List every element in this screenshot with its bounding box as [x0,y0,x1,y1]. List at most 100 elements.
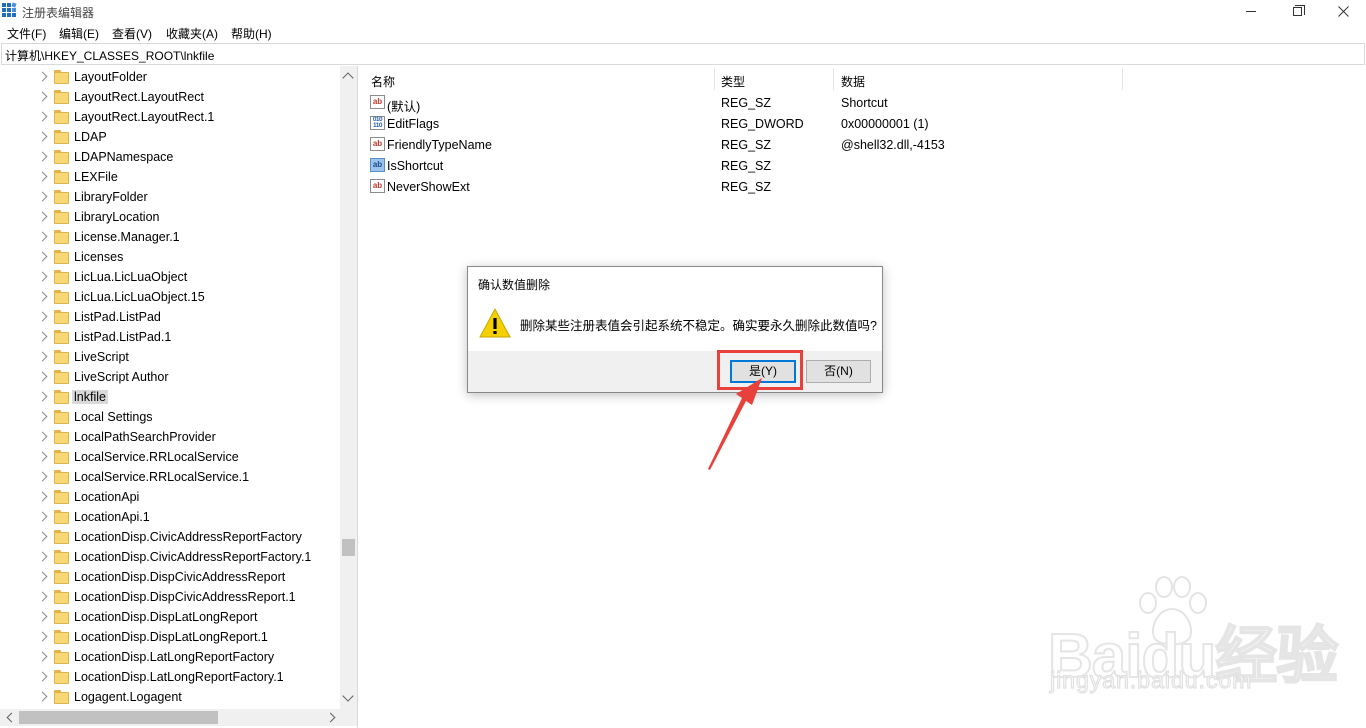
tree-item[interactable]: LocationDisp.CivicAddressReportFactory [0,527,340,547]
tree-item[interactable]: LocationApi.1 [0,507,340,527]
tree-item[interactable]: LocationApi [0,487,340,507]
tree-item[interactable]: LibraryFolder [0,187,340,207]
expand-chevron-icon[interactable] [37,311,48,322]
tree-item[interactable]: LocationDisp.DispLatLongReport [0,607,340,627]
expand-chevron-icon[interactable] [37,631,48,642]
expand-chevron-icon[interactable] [37,531,48,542]
column-header-data[interactable]: 数据 [841,68,865,90]
expand-chevron-icon[interactable] [37,131,48,142]
expand-chevron-icon[interactable] [37,571,48,582]
expand-chevron-icon[interactable] [37,651,48,662]
expand-chevron-icon[interactable] [37,91,48,102]
expand-chevron-icon[interactable] [37,691,48,702]
expand-chevron-icon[interactable] [37,171,48,182]
scroll-thumb[interactable] [342,539,355,556]
expand-chevron-icon[interactable] [37,331,48,342]
scroll-down-arrow-icon[interactable] [342,690,354,702]
expand-chevron-icon[interactable] [37,231,48,242]
expand-chevron-icon[interactable] [37,251,48,262]
expand-chevron-icon[interactable] [37,71,48,82]
tree-item[interactable]: LDAPNamespace [0,147,340,167]
expand-chevron-icon[interactable] [37,551,48,562]
scroll-right-arrow-icon[interactable] [325,712,336,723]
value-row[interactable]: ab NeverShowExt REG_SZ [363,176,1366,197]
tree-item[interactable]: LocalService.RRLocalService.1 [0,467,340,487]
tree-horizontal-scrollbar[interactable] [0,709,357,726]
expand-chevron-icon[interactable] [37,491,48,502]
tree-item[interactable]: LocationDisp.LatLongReportFactory [0,647,340,667]
menu-edit[interactable]: 编辑(E) [59,25,99,42]
close-icon [1337,5,1349,17]
expand-chevron-icon[interactable] [37,391,48,402]
expand-chevron-icon[interactable] [37,611,48,622]
tree-item[interactable]: License.Manager.1 [0,227,340,247]
expand-chevron-icon[interactable] [37,511,48,522]
tree-item[interactable]: LibraryLocation [0,207,340,227]
expand-chevron-icon[interactable] [37,211,48,222]
tree-item[interactable]: ListPad.ListPad.1 [0,327,340,347]
tree-item[interactable]: LayoutRect.LayoutRect.1 [0,107,340,127]
column-header-name[interactable]: 名称 [371,68,395,90]
column-divider[interactable] [833,68,834,90]
expand-chevron-icon[interactable] [37,371,48,382]
folder-icon [54,570,69,584]
confirm-delete-dialog: 确认数值删除 删除某些注册表值会引起系统不稳定。确实要永久删除此数值吗? 是(Y… [467,266,883,393]
value-row[interactable]: ab IsShortcut REG_SZ [363,155,1366,176]
tree-item[interactable]: ListPad.ListPad [0,307,340,327]
tree-item[interactable]: LDAP [0,127,340,147]
scroll-up-arrow-icon[interactable] [342,72,354,84]
expand-chevron-icon[interactable] [37,471,48,482]
tree-item[interactable]: LiveScript [0,347,340,367]
restore-button[interactable] [1274,0,1320,22]
value-row[interactable]: ab (默认) REG_SZ Shortcut [363,92,1366,114]
column-divider[interactable] [1122,68,1123,90]
expand-chevron-icon[interactable] [37,291,48,302]
scroll-thumb-horizontal[interactable] [19,711,218,724]
tree-item[interactable]: LocationDisp.LatLongReportFactory.1 [0,667,340,687]
expand-chevron-icon[interactable] [37,151,48,162]
expand-chevron-icon[interactable] [37,191,48,202]
tree-item[interactable]: Logagent.Logagent [0,687,340,707]
expand-chevron-icon[interactable] [37,411,48,422]
column-header-type[interactable]: 类型 [721,68,745,90]
tree-item[interactable]: LocationDisp.CivicAddressReportFactory.1 [0,547,340,567]
tree-item[interactable]: Local Settings [0,407,340,427]
annotation-arrow-icon [708,378,762,470]
no-button[interactable]: 否(N) [806,360,871,383]
tree-item[interactable]: LocationDisp.DispLatLongReport.1 [0,627,340,647]
tree-item[interactable]: LayoutFolder [0,67,340,87]
tree-item[interactable]: LEXFile [0,167,340,187]
menu-file[interactable]: 文件(F) [7,25,46,42]
tree-item[interactable]: LayoutRect.LayoutRect [0,87,340,107]
tree-item[interactable]: Licenses [0,247,340,267]
menu-help[interactable]: 帮助(H) [231,25,272,42]
expand-chevron-icon[interactable] [37,671,48,682]
expand-chevron-icon[interactable] [37,351,48,362]
column-divider[interactable] [714,68,715,90]
tree-item[interactable]: LicLua.LicLuaObject.15 [0,287,340,307]
expand-chevron-icon[interactable] [37,271,48,282]
expand-chevron-icon[interactable] [37,451,48,462]
tree-item[interactable]: LocalService.RRLocalService [0,447,340,467]
tree-item-label: LocalService.RRLocalService.1 [74,470,250,484]
value-row[interactable]: ab FriendlyTypeName REG_SZ @shell32.dll,-41… [363,134,1366,155]
expand-chevron-icon[interactable] [37,431,48,442]
close-button[interactable] [1320,0,1366,22]
tree-item[interactable]: LocalPathSearchProvider [0,427,340,447]
expand-chevron-icon[interactable] [37,591,48,602]
tree-vertical-scrollbar[interactable] [340,66,357,709]
scroll-left-arrow-icon[interactable] [6,712,17,723]
tree-item[interactable]: LiveScript Author [0,367,340,387]
folder-icon [54,690,69,704]
value-data: 0x00000001 (1) [841,117,929,131]
value-row[interactable]: 010 110 EditFlags REG_DWORD 0x00000001 (1) [363,113,1366,134]
menu-view[interactable]: 查看(V) [112,25,152,42]
expand-chevron-icon[interactable] [37,111,48,122]
tree-item[interactable]: LocationDisp.DispCivicAddressReport.1 [0,587,340,607]
address-bar[interactable]: 计算机\HKEY_CLASSES_ROOT\lnkfile [1,43,1365,65]
menu-favorites[interactable]: 收藏夹(A) [166,25,218,42]
tree-item[interactable]: LicLua.LicLuaObject [0,267,340,287]
tree-item[interactable]: lnkfile [0,387,340,407]
tree-item[interactable]: LocationDisp.DispCivicAddressReport [0,567,340,587]
minimize-button[interactable] [1228,0,1274,22]
